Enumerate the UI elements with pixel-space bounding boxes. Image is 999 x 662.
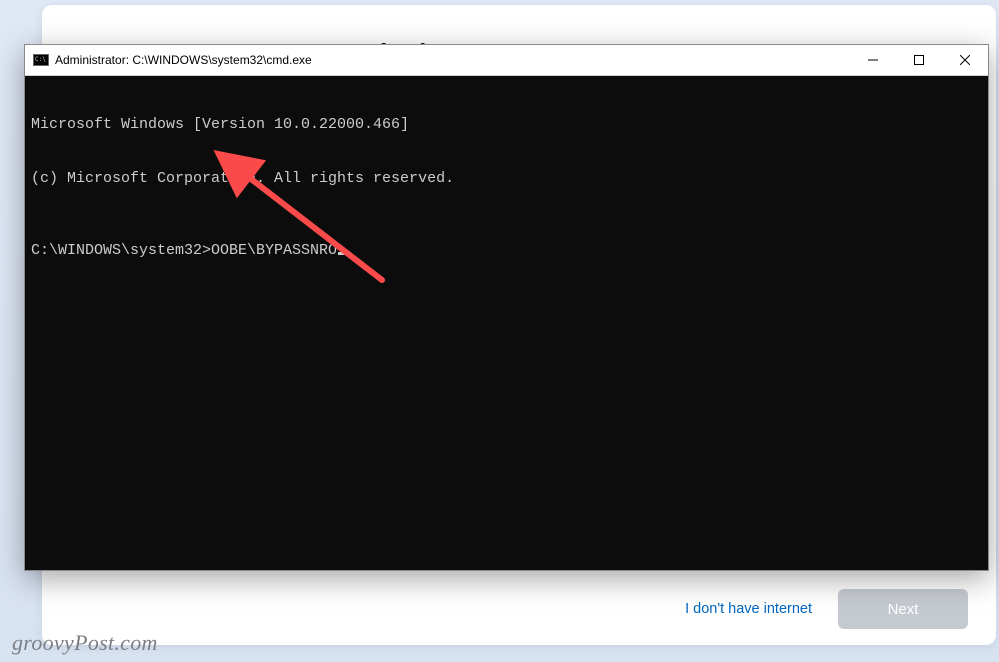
close-icon [960, 55, 970, 65]
terminal-line-version: Microsoft Windows [Version 10.0.22000.46… [31, 116, 982, 134]
window-titlebar[interactable]: Administrator: C:\WINDOWS\system32\cmd.e… [25, 45, 988, 76]
command-prompt-window: Administrator: C:\WINDOWS\system32\cmd.e… [24, 44, 989, 571]
maximize-button[interactable] [896, 45, 942, 75]
minimize-icon [868, 55, 878, 65]
terminal-prompt: C:\WINDOWS\system32> [31, 242, 211, 259]
watermark-text: groovyPost.com [12, 630, 158, 656]
close-button[interactable] [942, 45, 988, 75]
window-controls [850, 45, 988, 75]
oobe-footer: I don't have internet Next [685, 589, 968, 629]
maximize-icon [914, 55, 924, 65]
terminal-line-copyright: (c) Microsoft Corporation. All rights re… [31, 170, 982, 188]
terminal-body[interactable]: Microsoft Windows [Version 10.0.22000.46… [25, 76, 988, 570]
cmd-icon [33, 54, 49, 66]
no-internet-link[interactable]: I don't have internet [685, 601, 812, 617]
next-button[interactable]: Next [838, 589, 968, 629]
terminal-prompt-line: C:\WINDOWS\system32>OOBE\BYPASSNRO [31, 242, 982, 260]
terminal-cursor [338, 252, 346, 255]
window-title: Administrator: C:\WINDOWS\system32\cmd.e… [55, 53, 850, 67]
minimize-button[interactable] [850, 45, 896, 75]
terminal-command: OOBE\BYPASSNRO [211, 242, 337, 259]
